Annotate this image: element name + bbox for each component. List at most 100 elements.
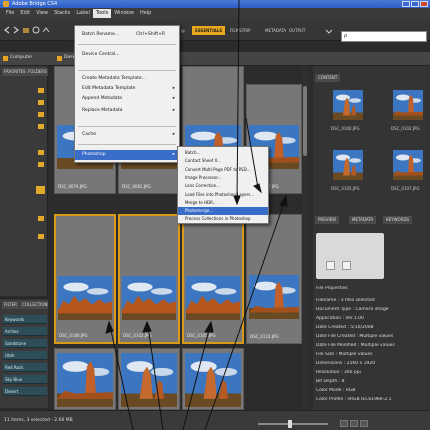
keyword-item[interactable]: Sandstone [3,339,47,348]
photo-thumbnail[interactable]: DSC_0110.JPG [246,214,302,344]
folder-up-icon[interactable] [22,26,30,34]
submenu-item-image-processor[interactable]: Image Processor... [178,174,268,182]
metadata-row: Filename : 3 files selected [316,298,375,303]
photo-thumbnail-image [186,276,240,320]
menu-item-append-metadata[interactable]: Append Metadata ▸ [75,94,179,104]
menu-item-cache[interactable]: Cache ▸ [75,130,179,140]
tools-menu: Batch Rename... Ctrl+Shift+R Device Centra… [74,25,180,163]
folder-icon[interactable] [38,162,44,167]
menu-window[interactable]: Window [111,9,137,18]
close-button[interactable] [420,1,428,7]
menu-edit[interactable]: Edit [17,9,33,18]
menu-file[interactable]: File [3,9,17,18]
menu-item-create-metadata-template[interactable]: Create Metadata Template... [75,74,179,84]
preview-thumbnail[interactable] [333,90,363,120]
menu-item-replace-metadata[interactable]: Replace Metadata ▸ [75,106,179,116]
menu-help[interactable]: Help [137,9,154,18]
preview-thumbnail[interactable] [393,90,423,120]
boomerang-icon[interactable] [42,26,50,34]
submenu-item-convert-multi-page-pdf-to-psd[interactable]: Convert Multi-Page PDF to PSD... [178,166,268,174]
photo-thumbnail[interactable]: DSC_0100.JPG [54,214,116,344]
search-input[interactable]: ρ [341,31,427,42]
submenu-item-lens-correction[interactable]: Lens Correction... [178,182,268,190]
folder-icon[interactable] [38,100,44,105]
metadata-section-title[interactable]: File Properties [316,286,424,295]
folder-icon[interactable] [38,112,44,117]
folder-icon[interactable] [38,150,44,155]
preview-thumbnail[interactable] [333,150,363,180]
submenu-item-label: Load Files into Photoshop Layers... [185,191,255,197]
tab-content[interactable]: CONTENT [315,74,341,82]
tab-favorites[interactable]: FAVORITES [2,68,28,76]
list-view-button[interactable] [360,420,368,427]
keyword-item[interactable]: Utah [3,351,47,360]
photo-thumbnail[interactable]: DSC_0115.JPG [54,348,116,410]
folder-icon[interactable] [38,88,44,93]
keyword-item[interactable]: Red Rock [3,363,47,372]
submenu-item-load-files-into-photoshop-layers[interactable]: Load Files into Photoshop Layers... [178,191,268,199]
keyword-item[interactable]: Desert [3,387,47,396]
workspace-tab-output[interactable]: OUTPUT [286,26,308,35]
grid-view-button[interactable] [340,420,348,427]
submenu-item-label: Merge to HDR... [185,199,217,205]
photo-thumbnail-image [393,150,423,180]
menu-item-shortcut: Ctrl+Shift+R [136,32,165,37]
detail-view-button[interactable] [350,420,358,427]
keyword-item[interactable]: Sky Blue [3,375,47,384]
submenu-item-contact-sheet-ii[interactable]: Contact Sheet II... [178,157,268,165]
minimize-button[interactable] [402,1,410,7]
tab-metadata[interactable]: METADATA [349,216,377,224]
folder-icon[interactable] [38,124,44,129]
placard-icon [342,261,351,270]
workspace-menu-icon[interactable] [325,27,333,35]
submenu-arrow-icon: ▸ [172,152,175,157]
folder-icon [3,56,8,61]
photo-thumbnail[interactable]: DSC_0102.JPG [118,214,180,344]
workspace-tab-essentials[interactable]: ESSENTIALS [192,26,226,35]
menu-stacks[interactable]: Stacks [51,9,73,18]
forward-icon[interactable] [12,26,20,34]
preview-caption: DSC_0107.JPG [391,186,420,191]
tab-keywords[interactable]: KEYWORDS [383,216,413,224]
window-controls [402,1,428,7]
menu-tools[interactable]: Tools [92,9,112,18]
status-bar: 11 items, 3 selected - 2.66 MB [0,410,430,430]
back-icon[interactable] [3,26,11,34]
submenu-item-process-collections-in-photoshop[interactable]: Process Collections in Photoshop [178,215,268,223]
submenu-item-batch[interactable]: Batch... [178,149,268,157]
menu-view[interactable]: View [33,9,51,18]
photo-thumbnail[interactable]: DSC_0118.JPG [118,348,180,410]
breadcrumb-item[interactable]: Computer [10,55,32,60]
path-bar: ComputerDesktopArches [0,52,430,66]
menu-item-device-central[interactable]: Device Central... [75,50,179,60]
scroll-thumb[interactable] [303,86,307,156]
keyword-item[interactable]: Keywords [3,315,47,324]
metadata-row: Date Created : 5/10/2008 [316,325,374,330]
submenu-item-photomerge[interactable]: Photomerge... [178,207,268,216]
folder-icon[interactable] [36,186,45,194]
menu-item-photoshop[interactable]: Photoshop ▸ [75,150,179,160]
photo-thumbnail-image [57,353,113,407]
folder-icon[interactable] [38,216,44,221]
submenu-item-merge-to-hdr[interactable]: Merge to HDR... [178,199,268,207]
photo-thumbnail[interactable]: DSC_0121.JPG [182,348,244,410]
photo-thumbnail-image [121,353,177,407]
workspace-tab-filmstrip[interactable]: FILMSTRIP [227,26,254,35]
menu-item-edit-metadata-template[interactable]: Edit Metadata Template ▸ [75,84,179,94]
folder-icon[interactable] [38,234,44,239]
thumbnail-caption: DSC_0110.JPG [250,334,279,339]
tab-preview[interactable]: PREVIEW [315,216,340,224]
photo-thumbnail[interactable]: DSC_0105.JPG [182,214,244,344]
menu-item-batch-rename[interactable]: Batch Rename... Ctrl+Shift+R [75,30,179,40]
photo-thumbnail-image [333,150,363,180]
thumbnail-size-slider[interactable] [258,420,328,428]
maximize-button[interactable] [411,1,419,7]
preview-thumbnail[interactable] [393,150,423,180]
keyword-item[interactable]: Arches [3,327,47,336]
menu-label[interactable]: Label [73,9,93,18]
tab-filter[interactable]: FILTER [2,301,19,309]
content-scrollbar[interactable] [302,66,308,410]
slider-knob[interactable] [288,420,292,428]
tab-folders[interactable]: FOLDERS [26,68,49,76]
recent-icon[interactable] [32,26,40,34]
